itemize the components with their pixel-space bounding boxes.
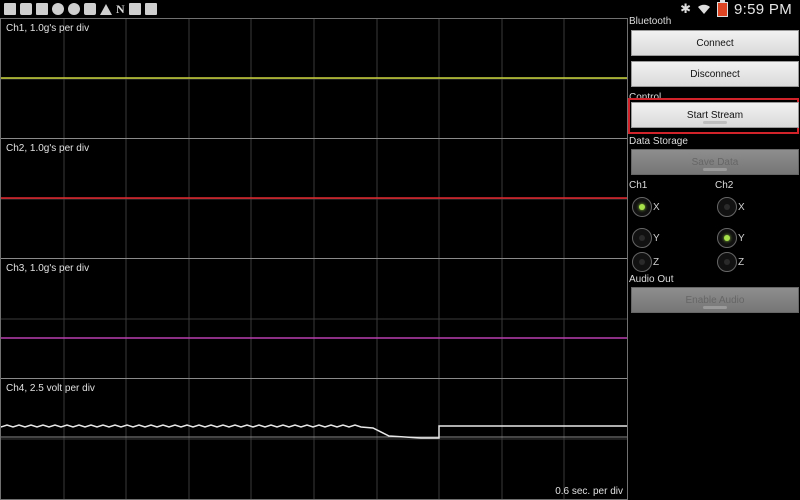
dropbox-icon <box>20 3 32 15</box>
save-data-button-label: Save Data <box>691 156 739 168</box>
bluetooth-icon: ✱ <box>680 1 692 17</box>
save-data-button[interactable]: Save Data <box>631 149 799 175</box>
button-indicator <box>703 168 727 171</box>
ch2-y-label: Y <box>738 233 745 244</box>
channel-panel-2: Ch2, 1.0g's per div <box>1 139 627 259</box>
ch1-z-label: Z <box>653 257 660 268</box>
ch1-x-label: X <box>653 202 660 213</box>
channel-label: Ch1, 1.0g's per div <box>6 23 90 34</box>
button-indicator <box>703 306 727 309</box>
channel-label: Ch4, 2.5 volt per div <box>6 383 95 394</box>
trace-ch1 <box>1 77 627 79</box>
ch2-y-radio[interactable] <box>717 228 737 248</box>
phone-icon <box>52 3 64 15</box>
button-indicator <box>703 121 727 124</box>
enable-audio-button-label: Enable Audio <box>685 294 745 306</box>
trace-ch4 <box>1 424 627 439</box>
ch2-z-label: Z <box>738 257 745 268</box>
wifi-icon <box>698 4 711 14</box>
control-panel: Bluetooth Connect Disconnect Control Sta… <box>628 16 800 500</box>
notification-icons: N <box>0 3 157 15</box>
pocket-icon <box>100 3 112 15</box>
disconnect-button[interactable]: Disconnect <box>631 61 799 87</box>
news-icon <box>68 3 80 15</box>
status-bar: N ✱ 9:59 PM <box>0 0 800 18</box>
channel-panel-3: Ch3, 1.0g's per div <box>1 259 627 379</box>
usb-icon <box>4 3 16 15</box>
connect-button[interactable]: Connect <box>631 30 799 56</box>
connect-button-label: Connect <box>696 37 734 49</box>
channel-panel-1: Ch1, 1.0g's per div <box>1 19 627 139</box>
time-scale-label: 0.6 sec. per div <box>555 486 623 497</box>
ch2-x-radio[interactable] <box>717 197 737 217</box>
ch1-z-radio[interactable] <box>632 252 652 272</box>
enable-audio-button[interactable]: Enable Audio <box>631 287 799 313</box>
battery-icon <box>717 0 729 17</box>
trace-ch2 <box>1 197 627 199</box>
ch1-y-radio[interactable] <box>632 228 652 248</box>
clock: 9:59 PM <box>734 0 792 18</box>
bluetooth-section-label: Bluetooth <box>629 16 672 27</box>
channel-label: Ch3, 1.0g's per div <box>6 263 90 274</box>
gallery-icon <box>128 3 141 15</box>
cloud-icon <box>84 3 96 15</box>
ch1-label: Ch1 <box>629 180 648 191</box>
ch1-y-label: Y <box>653 233 660 244</box>
data-storage-section-label: Data Storage <box>629 136 688 147</box>
download-icon <box>144 3 157 15</box>
trace-ch3 <box>1 337 627 339</box>
start-stream-button-label: Start Stream <box>686 109 744 121</box>
channel-panel-4: Ch4, 2.5 volt per div 0.6 sec. per div <box>1 379 627 499</box>
disconnect-button-label: Disconnect <box>690 68 740 80</box>
image-icon <box>36 3 48 15</box>
ch2-z-radio[interactable] <box>717 252 737 272</box>
ch2-x-label: X <box>738 202 745 213</box>
ch2-label: Ch2 <box>715 180 734 191</box>
audio-out-section-label: Audio Out <box>629 274 674 285</box>
start-stream-button[interactable]: Start Stream <box>631 102 799 128</box>
signal-trace <box>1 424 627 439</box>
scope-display: Ch1, 1.0g's per div Ch2, 1.0g's per div … <box>0 18 628 500</box>
letter-n-icon: N <box>116 2 125 16</box>
channel-label: Ch2, 1.0g's per div <box>6 143 90 154</box>
ch1-x-radio[interactable] <box>632 197 652 217</box>
